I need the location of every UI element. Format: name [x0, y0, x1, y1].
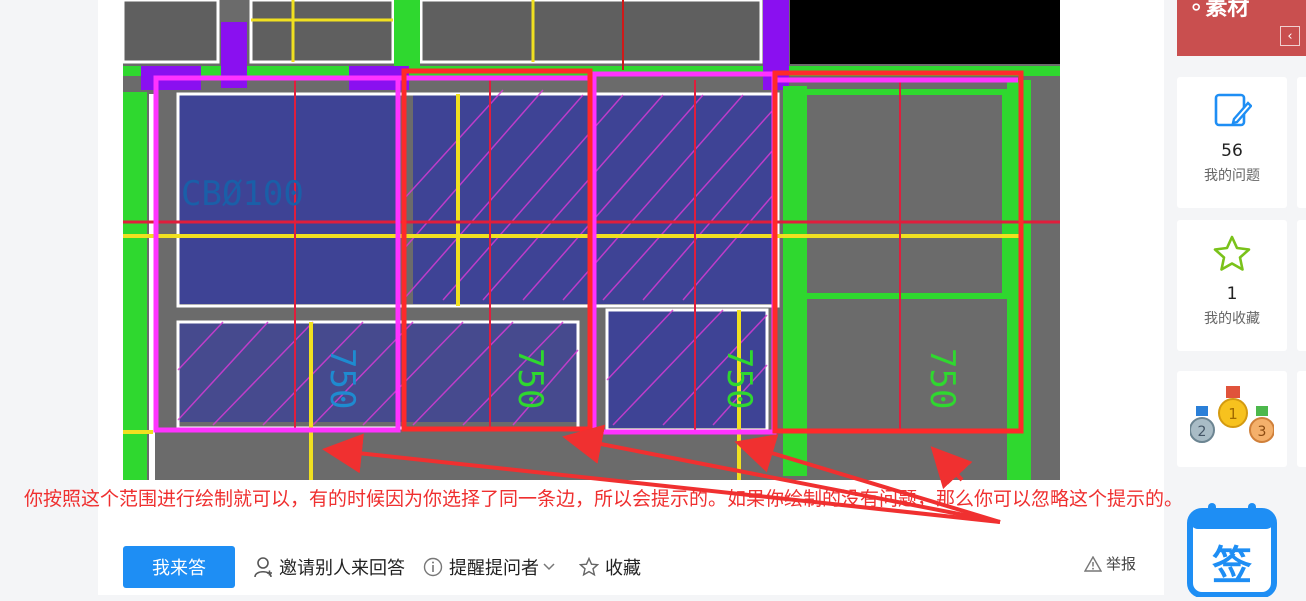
user-icon	[253, 556, 273, 578]
report-label: 举报	[1106, 555, 1137, 573]
my-favorites-card[interactable]: 1 我的收藏	[1177, 220, 1287, 351]
answer-action-bar: 我来答 邀请别人来回答 提醒提问者 收藏	[123, 545, 641, 589]
side-card-edge	[1297, 77, 1306, 208]
info-icon	[423, 557, 443, 577]
chevron-down-icon	[543, 563, 555, 571]
favorite-button[interactable]: 收藏	[579, 546, 641, 588]
answer-button[interactable]: 我来答	[123, 546, 235, 588]
questions-count: 56	[1221, 141, 1243, 161]
questions-label: 我的问题	[1204, 168, 1260, 184]
medals-card[interactable]: 2 1 3	[1177, 371, 1287, 467]
favorite-label: 收藏	[605, 558, 641, 579]
banner-text: ⚬素材	[1187, 0, 1250, 21]
report-button[interactable]: 举报	[1084, 553, 1136, 574]
chevron-left-icon[interactable]: ‹	[1280, 26, 1300, 46]
star-outline-icon	[579, 557, 599, 577]
svg-text:3: 3	[1258, 424, 1267, 440]
answer-text: 你按照这个范围进行绘制就可以，有的时候因为你选择了同一条边，所以会提示的。如果你…	[24, 488, 1184, 510]
favorites-label: 我的收藏	[1204, 311, 1260, 327]
medals-icon: 2 1 3	[1189, 386, 1275, 452]
side-card-edge	[1297, 220, 1306, 351]
calendar-icon: 签	[1184, 501, 1280, 601]
svg-text:1: 1	[1228, 405, 1238, 423]
invite-answer-button[interactable]: 邀请别人来回答	[253, 546, 405, 588]
invite-label: 邀请别人来回答	[279, 558, 405, 579]
warning-icon	[1084, 555, 1102, 572]
star-icon	[1212, 234, 1252, 278]
edit-note-icon	[1212, 91, 1253, 135]
sign-in-label: 签	[1212, 543, 1252, 589]
svg-text:2: 2	[1198, 424, 1207, 440]
remind-asker-button[interactable]: 提醒提问者	[423, 546, 561, 588]
remind-label: 提醒提问者	[449, 558, 539, 579]
side-card-edge	[1297, 371, 1306, 467]
my-questions-card[interactable]: 56 我的问题	[1177, 77, 1287, 208]
favorites-count: 1	[1226, 284, 1238, 304]
sidebar-banner[interactable]: ⚬素材 ‹	[1177, 0, 1306, 56]
sign-in-button[interactable]: 签	[1177, 487, 1287, 598]
